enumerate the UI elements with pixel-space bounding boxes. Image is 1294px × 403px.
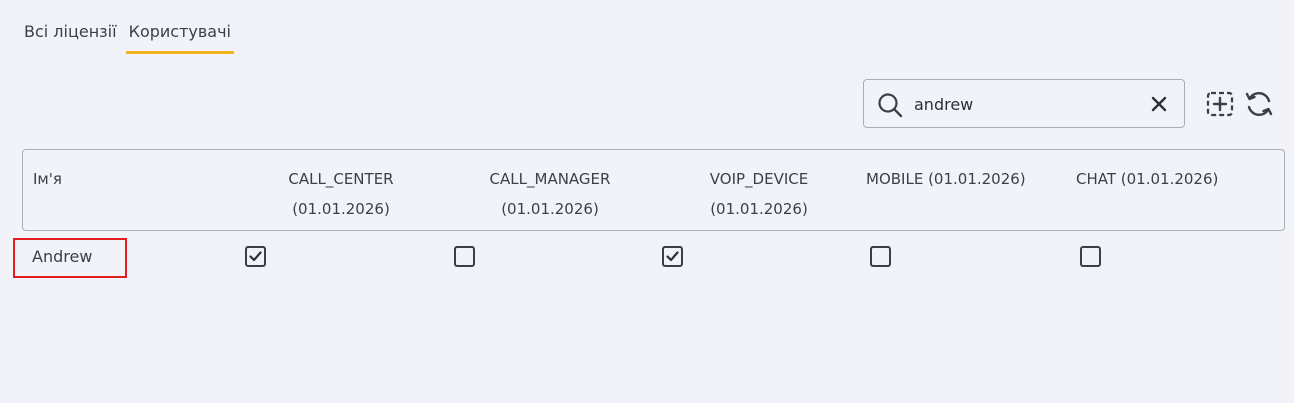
tab-all-licenses[interactable]: Всі ліцензії <box>24 22 117 51</box>
column-header-date: (01.01.2026) <box>292 200 390 218</box>
checkbox-voip-device[interactable] <box>662 246 683 267</box>
column-header-call-center[interactable]: CALL_CENTER (01.01.2026) <box>261 164 421 224</box>
column-header-date: (01.01.2026) <box>710 200 808 218</box>
column-header-voip-device[interactable]: VOIP_DEVICE (01.01.2026) <box>679 164 839 224</box>
column-header-label: VOIP_DEVICE <box>709 170 809 188</box>
close-icon[interactable] <box>1150 95 1168 113</box>
column-header-label: CALL_CENTER <box>288 170 394 188</box>
table-row: Andrew <box>0 238 1294 278</box>
checkbox-call-manager[interactable] <box>454 246 475 267</box>
column-settings-icon[interactable] <box>1205 89 1235 119</box>
user-name-cell: Andrew <box>13 238 127 278</box>
table-header: Ім'я CALL_CENTER (01.01.2026) CALL_MANAG… <box>22 149 1285 231</box>
tabs-bar: Всі ліцензії Користувачі <box>24 22 235 54</box>
column-header-date: (01.01.2026) <box>501 200 599 218</box>
column-header-mobile[interactable]: MOBILE (01.01.2026) <box>866 164 1026 194</box>
checkbox-chat[interactable] <box>1080 246 1101 267</box>
check-icon <box>666 251 679 262</box>
refresh-icon[interactable] <box>1244 89 1274 119</box>
column-header-chat[interactable]: CHAT (01.01.2026) <box>1076 164 1218 194</box>
check-icon <box>249 251 262 262</box>
tab-users[interactable]: Користувачі <box>125 22 235 54</box>
search-icon <box>878 93 903 118</box>
checkbox-mobile[interactable] <box>870 246 891 267</box>
checkbox-call-center[interactable] <box>245 246 266 267</box>
column-header-name[interactable]: Ім'я <box>33 164 62 194</box>
column-header-label: CALL_MANAGER <box>489 170 611 188</box>
search-input[interactable] <box>914 90 1134 118</box>
column-header-call-manager[interactable]: CALL_MANAGER (01.01.2026) <box>460 164 640 224</box>
search-box <box>863 79 1185 128</box>
